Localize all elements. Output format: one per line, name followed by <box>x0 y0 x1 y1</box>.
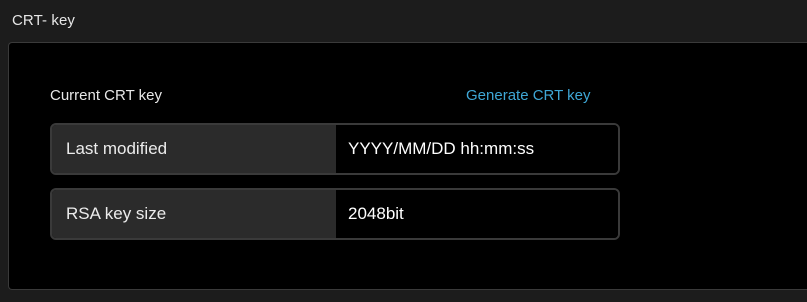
current-crt-key-label: Current CRT key <box>50 87 162 104</box>
crt-key-section: CRT- key Current CRT key Generate CRT ke… <box>0 0 807 302</box>
last-modified-row: Last modified YYYY/MM/DD hh:mm:ss <box>50 123 620 175</box>
rsa-key-size-value: 2048bit <box>336 190 618 238</box>
section-title: CRT- key <box>12 12 76 29</box>
generate-crt-key-link[interactable]: Generate CRT key <box>466 87 591 104</box>
last-modified-key: Last modified <box>52 125 336 173</box>
rsa-key-size-row: RSA key size 2048bit <box>50 188 620 240</box>
rsa-key-size-key: RSA key size <box>52 190 336 238</box>
last-modified-value: YYYY/MM/DD hh:mm:ss <box>336 125 618 173</box>
